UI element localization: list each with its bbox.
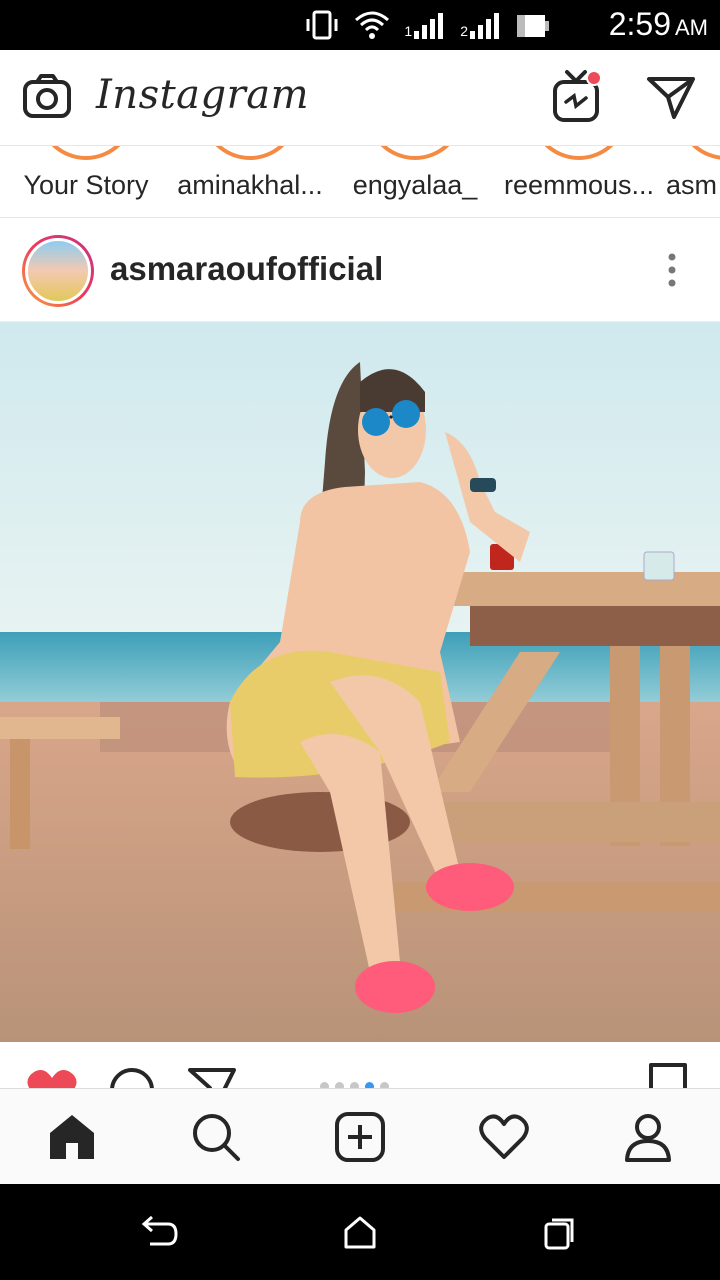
battery-icon [517,15,549,37]
story-label: reemmous... [503,170,655,200]
share-icon[interactable] [188,1066,236,1088]
status-time: 2:59 AM [609,6,708,43]
bookmark-icon[interactable] [648,1062,688,1088]
status-time-ampm: AM [675,15,708,40]
story-avatar-ring [37,146,135,160]
story-avatar-ring [366,146,464,160]
avatar [25,238,91,304]
stories-tray: Your Story aminakhal... engyalaa_ reemmo… [0,146,720,218]
igtv-notification-dot [586,70,602,86]
vibrate-icon [306,10,338,40]
recents-icon[interactable] [540,1214,580,1250]
post-avatar-ring[interactable] [22,235,94,307]
story-label: Your Story [23,170,149,200]
story-item[interactable]: aminakhal... [170,146,330,217]
story-label: engyalaa_ [352,170,478,200]
post-header: asmaraoufofficial [0,218,720,322]
story-item[interactable]: engyalaa_ [340,146,490,217]
status-time-value: 2:59 [608,6,671,42]
bottom-nav [0,1088,720,1184]
post-photo[interactable] [0,322,720,1042]
comment-icon[interactable] [108,1066,156,1088]
camera-icon[interactable] [22,74,72,120]
post-username[interactable]: asmaraoufofficial [110,250,383,288]
story-item[interactable]: reemmous... [498,146,660,217]
more-options-icon[interactable] [660,252,684,288]
post-image [0,322,720,1042]
status-icons: 1 2 [304,10,550,40]
app-logo: Instagram [96,72,310,118]
story-your-story[interactable]: Your Story [10,146,162,217]
story-label: asm [666,170,718,200]
home-button-icon[interactable] [340,1214,380,1250]
back-icon[interactable] [140,1214,180,1250]
story-avatar-ring [530,146,628,160]
story-avatar-ring [201,146,299,160]
home-icon[interactable] [46,1111,98,1163]
story-item[interactable]: asm [666,146,720,217]
wifi-icon [355,11,390,39]
signal-1-icon [414,13,444,39]
status-bar: 1 2 2:59 AM [0,0,720,50]
heart-filled-icon[interactable] [26,1068,78,1088]
story-avatar-ring [677,146,720,160]
app-header: Instagram [0,50,720,146]
signal-2-label: 2 [460,23,468,39]
signal-2-icon [470,13,499,39]
direct-message-icon[interactable] [646,74,696,120]
add-post-icon[interactable] [334,1111,386,1163]
android-nav-bar [0,1184,720,1280]
post-actions [0,1042,720,1088]
signal-1-label: 1 [404,23,413,39]
profile-icon[interactable] [622,1111,674,1163]
story-label: aminakhal... [177,170,323,200]
search-icon[interactable] [190,1111,242,1163]
activity-heart-icon[interactable] [478,1111,530,1163]
